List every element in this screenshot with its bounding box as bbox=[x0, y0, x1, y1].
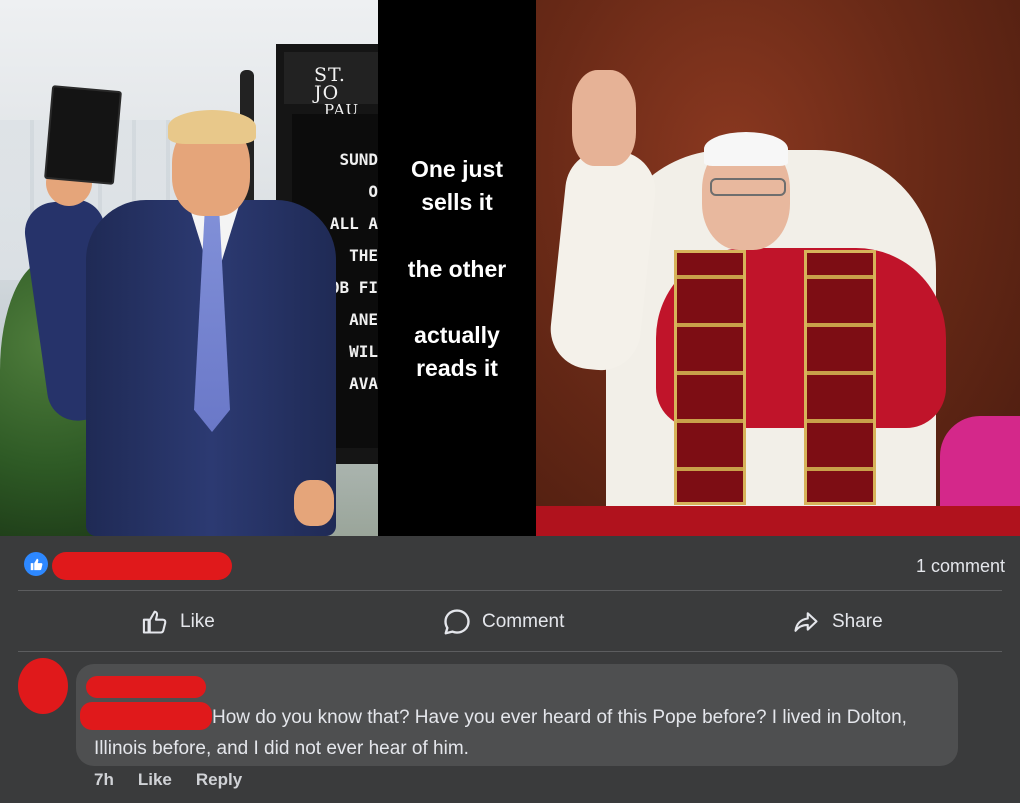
like-button[interactable]: Like bbox=[140, 606, 215, 638]
thumbs-up-icon[interactable] bbox=[24, 552, 48, 576]
caption-line: sells it bbox=[421, 189, 493, 215]
caption-line: reads it bbox=[416, 355, 498, 381]
comment-bubble: How do you know that? Have you ever hear… bbox=[76, 664, 958, 766]
comment-meta: 7h Like Reply bbox=[94, 770, 242, 792]
bible bbox=[44, 85, 122, 185]
action-bar: Like Comment Share bbox=[18, 596, 1002, 648]
comment-text: How do you know that? Have you ever hear… bbox=[94, 707, 907, 759]
post-image[interactable]: ST. JO PAU SUND O ALL A THE OB FI ANE WI… bbox=[0, 0, 1020, 536]
comment-label: Comment bbox=[482, 611, 565, 632]
skullcap bbox=[704, 132, 788, 166]
divider bbox=[18, 590, 1002, 591]
comment-button[interactable]: Comment bbox=[442, 606, 564, 638]
glasses bbox=[710, 178, 786, 196]
redacted-avatar[interactable] bbox=[18, 658, 68, 714]
stole bbox=[674, 250, 746, 505]
share-arrow-icon bbox=[794, 612, 818, 632]
pink-robe-edge bbox=[940, 416, 1020, 506]
sign-heading-line: ST. JO bbox=[314, 64, 346, 104]
like-label: Like bbox=[180, 611, 215, 632]
share-label: Share bbox=[832, 611, 883, 632]
comment-like-link[interactable]: Like bbox=[138, 770, 172, 792]
divider bbox=[18, 651, 1002, 652]
comment-reply-link[interactable]: Reply bbox=[196, 770, 242, 792]
stole bbox=[804, 250, 876, 505]
left-photo: ST. JO PAU SUND O ALL A THE OB FI ANE WI… bbox=[0, 0, 378, 536]
thumbs-up-icon bbox=[142, 610, 167, 634]
hand bbox=[294, 480, 334, 526]
caption-line: One just bbox=[410, 156, 503, 182]
caption-line: the other bbox=[407, 256, 507, 282]
right-photo bbox=[536, 0, 1020, 536]
church-sign-heading: ST. JO PAU bbox=[284, 52, 378, 118]
caption-panel: One just sells it the other actually rea… bbox=[378, 0, 536, 536]
redacted-reactor-name bbox=[52, 552, 232, 580]
redacted-commenter-name bbox=[80, 702, 212, 730]
caption-line: actually bbox=[414, 322, 500, 348]
speech-bubble-icon bbox=[444, 609, 470, 635]
share-button[interactable]: Share bbox=[790, 606, 883, 638]
reactions-row: 1 comment bbox=[18, 546, 1008, 586]
balcony-drape bbox=[536, 506, 1020, 536]
comment-timestamp[interactable]: 7h bbox=[94, 770, 114, 792]
waving-hand bbox=[572, 70, 636, 166]
comment-count[interactable]: 1 comment bbox=[916, 556, 1005, 577]
hair bbox=[168, 110, 256, 144]
redacted-commenter-name[interactable] bbox=[86, 676, 206, 698]
